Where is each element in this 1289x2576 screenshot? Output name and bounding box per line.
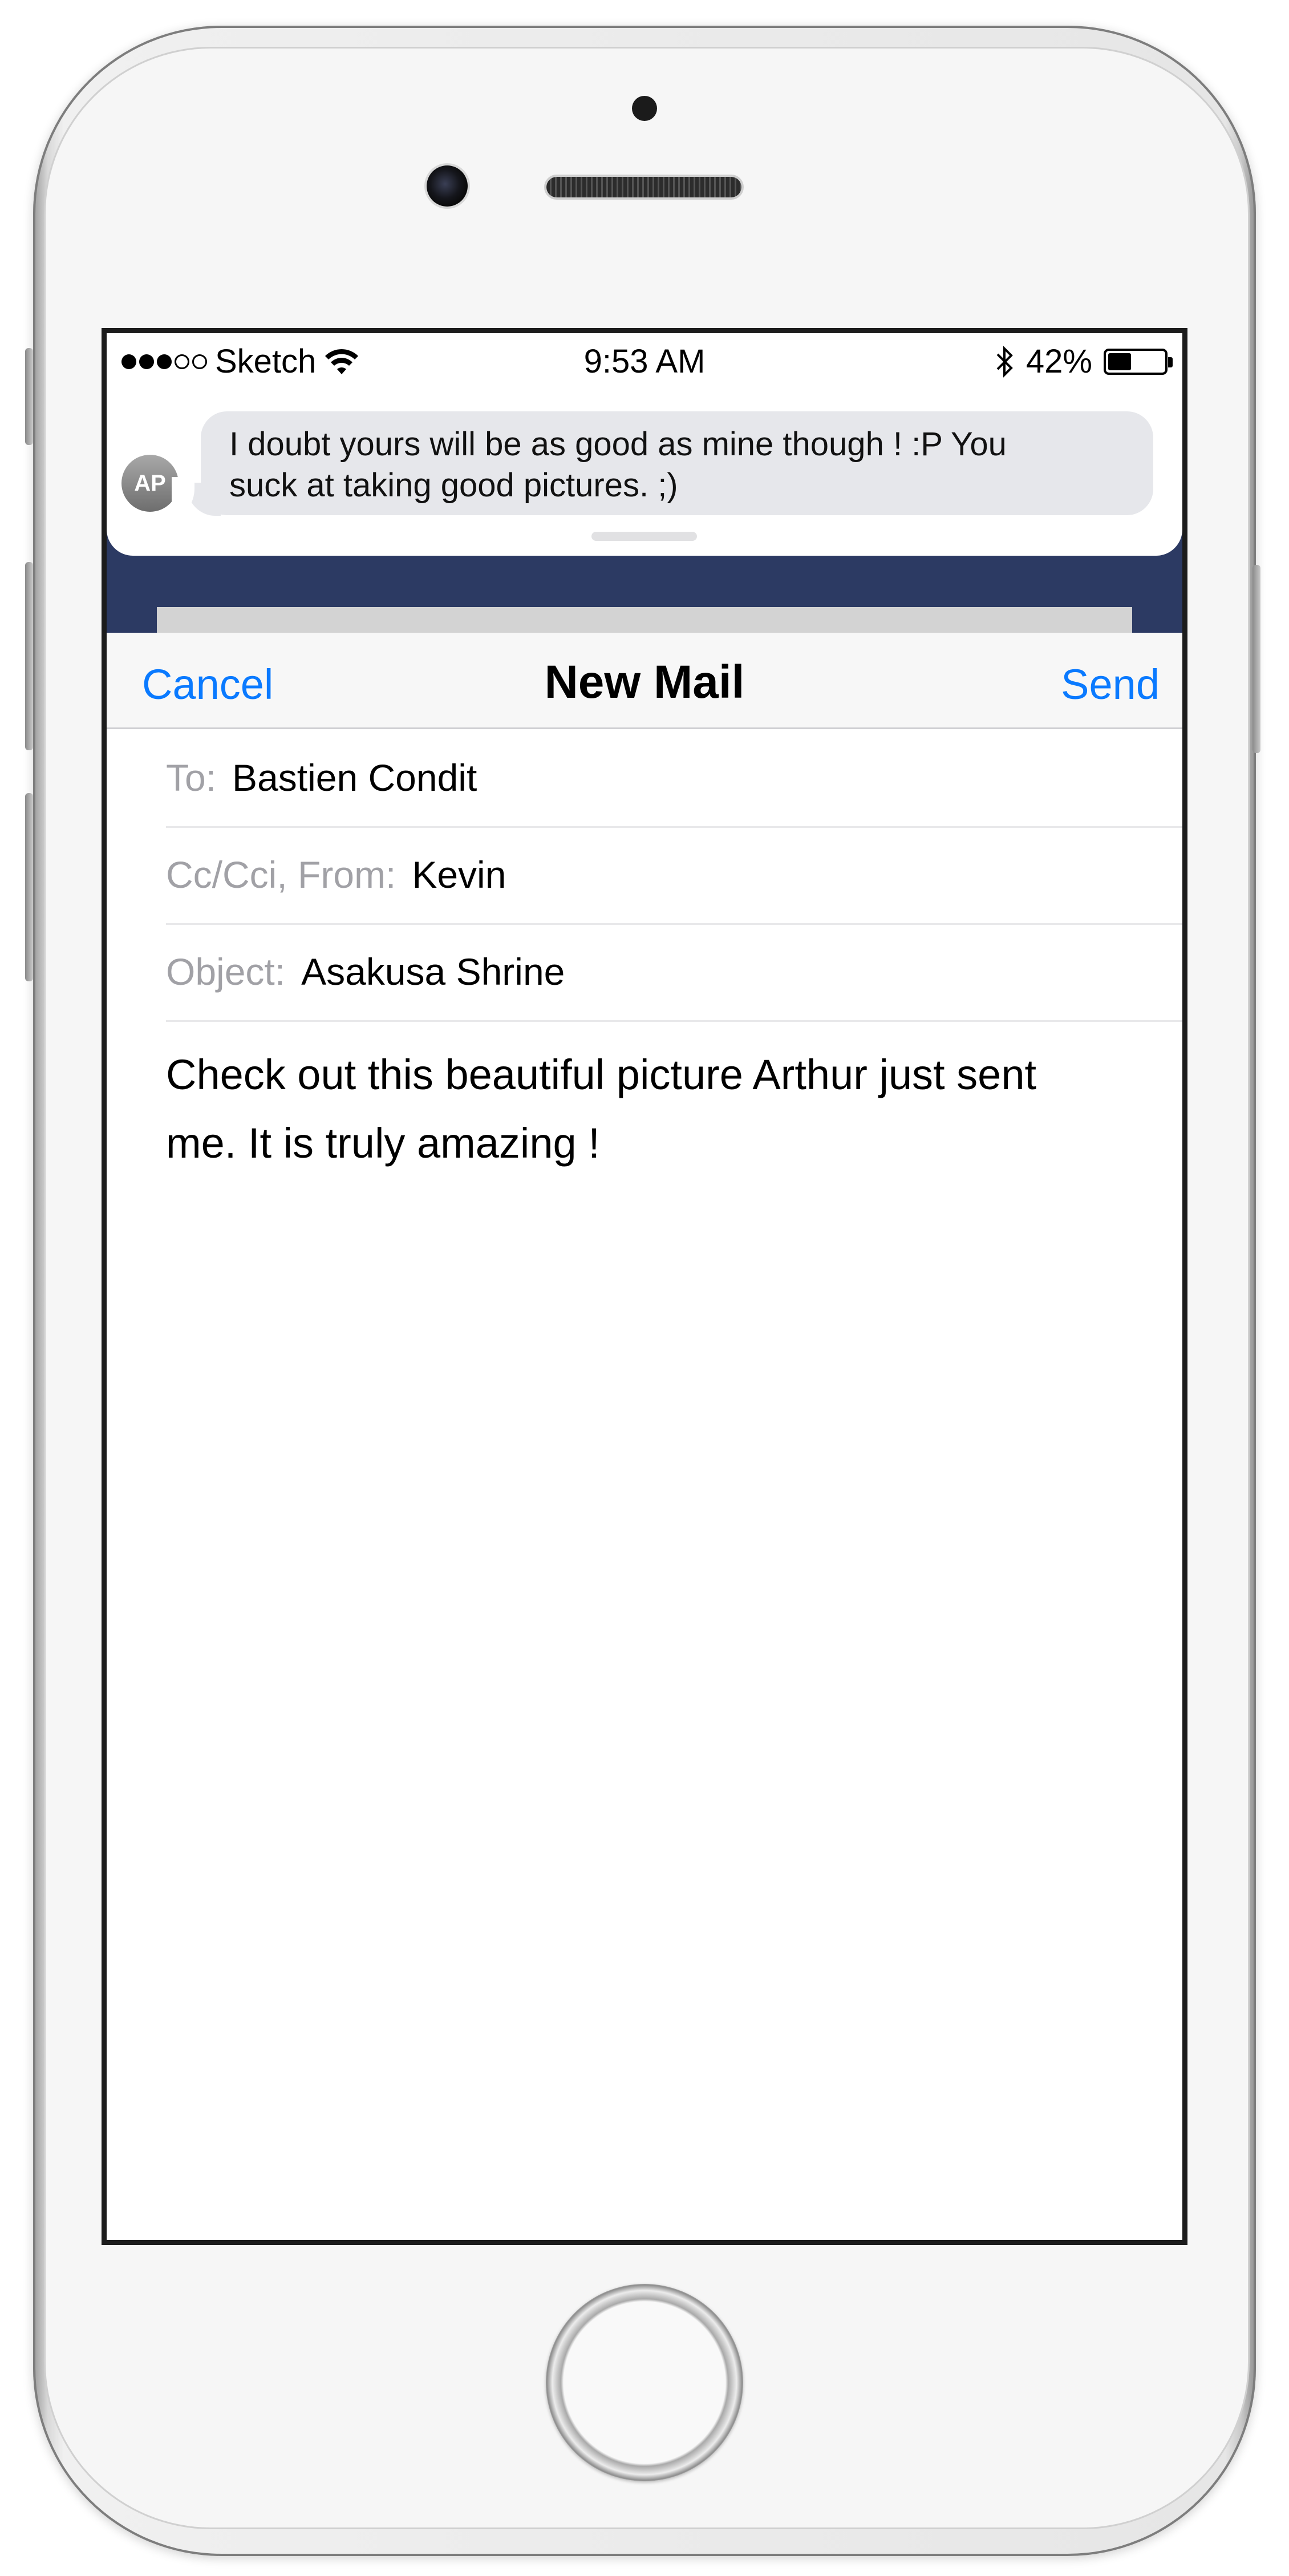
send-button[interactable]: Send xyxy=(1061,660,1160,709)
cc-from-value[interactable]: Kevin xyxy=(412,853,506,896)
mail-nav-bar: Cancel New Mail Send xyxy=(107,633,1182,729)
mute-switch xyxy=(25,348,33,445)
to-value[interactable]: Bastien Condit xyxy=(232,756,477,799)
proximity-sensor xyxy=(632,96,657,121)
to-label: To: xyxy=(166,757,217,799)
mail-body-editor[interactable]: Check out this beautiful picture Arthur … xyxy=(166,1041,1125,1178)
banner-grabber-handle[interactable] xyxy=(591,532,697,541)
volume-up-button xyxy=(25,562,33,750)
bubble-tail-cutout xyxy=(172,477,194,517)
bluetooth-icon xyxy=(996,345,1013,378)
avatar: AP xyxy=(121,455,179,512)
page-title: New Mail xyxy=(544,656,745,708)
front-camera-icon xyxy=(427,165,468,207)
message-notification-banner[interactable]: Sketch 9:53 AM 42% AP I doubt yours will… xyxy=(107,333,1182,556)
subject-label: Object: xyxy=(166,951,286,993)
body-line: Check out this beautiful picture Arthur … xyxy=(166,1051,1037,1098)
status-right: 42% xyxy=(995,342,1173,381)
to-field[interactable]: To: Bastien Condit xyxy=(166,729,1182,828)
subject-value[interactable]: Asakusa Shrine xyxy=(301,950,565,993)
screen: Sketch 9:53 AM 42% AP I doubt yours will… xyxy=(102,328,1187,2245)
new-mail-composer: Cancel New Mail Send To: Bastien Condit … xyxy=(107,633,1182,2240)
battery-percentage: 42% xyxy=(1025,343,1092,380)
message-line: suck at taking good pictures. ;) xyxy=(229,467,678,504)
message-bubble[interactable]: I doubt yours will be as good as mine th… xyxy=(201,411,1153,515)
subject-field[interactable]: Object: Asakusa Shrine xyxy=(166,923,1182,1022)
volume-down-button xyxy=(25,793,33,981)
power-button xyxy=(1252,565,1260,753)
home-button[interactable] xyxy=(546,2284,743,2481)
battery-fill xyxy=(1108,353,1132,370)
message-line: I doubt yours will be as good as mine th… xyxy=(229,426,1007,463)
cc-from-field[interactable]: Cc/Cci, From: Kevin xyxy=(166,826,1182,925)
cc-from-label: Cc/Cci, From: xyxy=(166,854,396,896)
battery-icon xyxy=(1104,348,1173,375)
earpiece-speaker xyxy=(546,177,741,197)
body-line: me. It is truly amazing ! xyxy=(166,1119,600,1167)
status-bar: Sketch 9:53 AM 42% xyxy=(107,333,1182,390)
